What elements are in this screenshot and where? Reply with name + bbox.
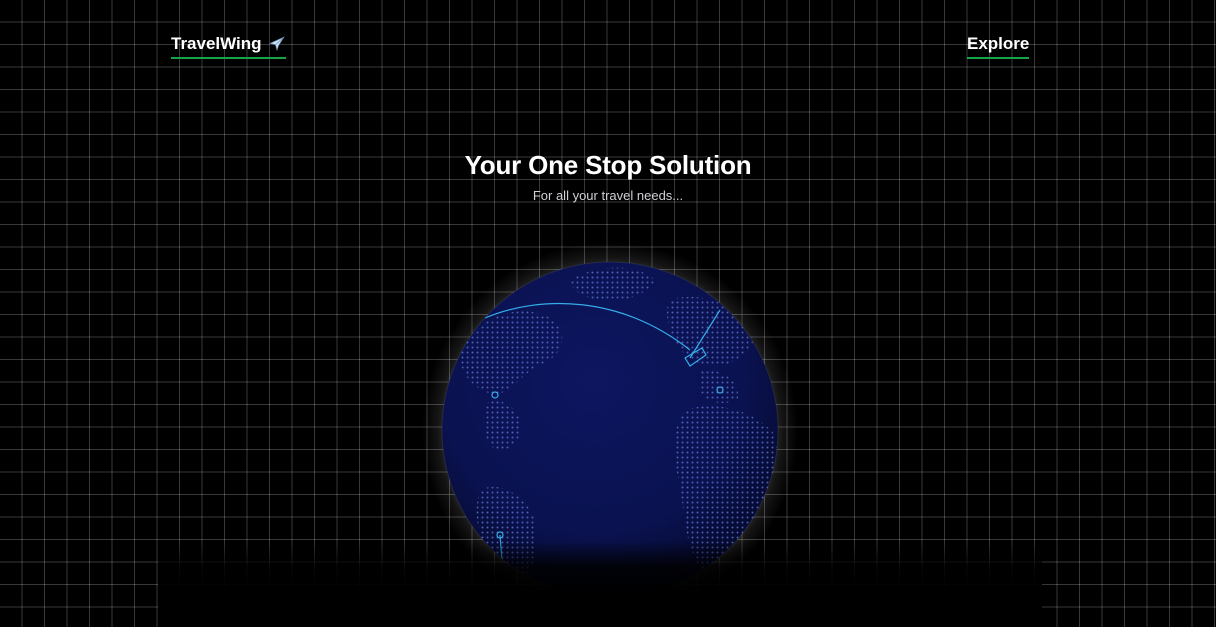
globe[interactable] [420, 240, 800, 620]
hero: Your One Stop Solution For all your trav… [0, 150, 1216, 203]
explore-link[interactable]: Explore [967, 34, 1030, 59]
hero-subtitle: For all your travel needs... [532, 188, 684, 203]
hero-title: Your One Stop Solution [464, 150, 752, 180]
airplane-icon [268, 36, 285, 52]
top-nav: TravelWing Explore [0, 34, 1216, 60]
brand-link[interactable]: TravelWing [171, 34, 286, 59]
globe-icon [422, 242, 798, 618]
brand-label: TravelWing [171, 34, 262, 53]
page: TravelWing Explore Your One Stop Solutio… [0, 0, 1216, 627]
